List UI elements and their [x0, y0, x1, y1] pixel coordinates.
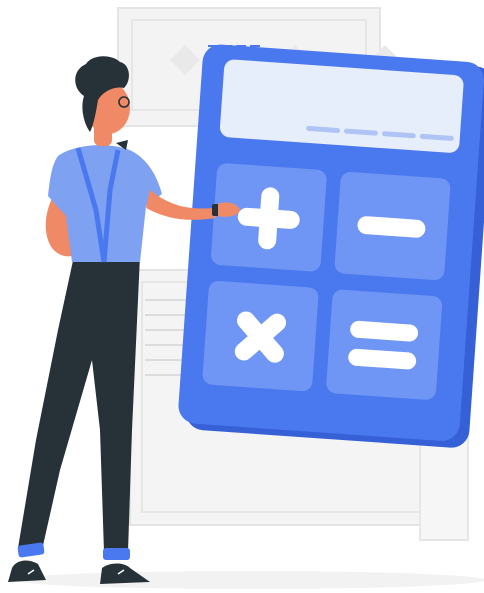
calculator-illustration: [8, 7, 484, 589]
equals-key: [326, 289, 443, 400]
calculator: [178, 44, 484, 448]
minus-key: [334, 171, 451, 281]
left-shoe: [8, 560, 46, 582]
illustration-canvas: [0, 0, 484, 593]
plus-key: [211, 163, 327, 272]
calculator-screen: [219, 59, 464, 153]
right-cuff: [103, 548, 130, 560]
floor-shadow: [15, 571, 484, 589]
multiply-key: [202, 281, 319, 392]
pants: [18, 256, 140, 552]
